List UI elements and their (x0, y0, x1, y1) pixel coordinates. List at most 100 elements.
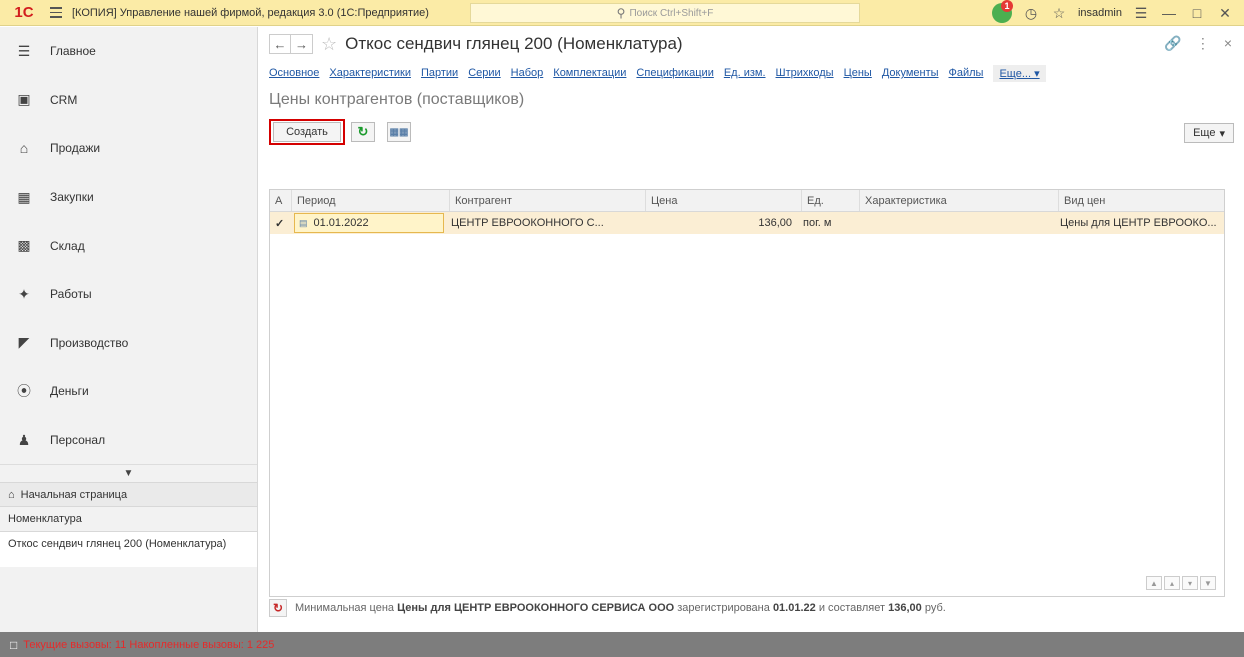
history-item-nomenclature[interactable]: Номенклатура (0, 506, 257, 532)
forward-arrow-icon[interactable]: → (291, 34, 313, 54)
column-header-counterparty[interactable]: Контрагент (450, 190, 646, 211)
history-item-current-form[interactable]: Откос сендвич глянец 200 (Номенклатура) (0, 531, 257, 568)
refresh-icon[interactable]: ↻ (351, 122, 375, 142)
title-bar: 1C [КОПИЯ] Управление нашей фирмой, реда… (0, 0, 1244, 26)
link-batches[interactable]: Партии (421, 67, 458, 79)
sidebar-item-works[interactable]: ✦ Работы (0, 270, 257, 319)
footer-amount: 136,00 (888, 602, 922, 614)
main-menu-icon[interactable] (44, 0, 68, 26)
link-series[interactable]: Серии (468, 67, 500, 79)
sidebar-item-label: Главное (50, 44, 96, 59)
close-form-icon[interactable]: × (1224, 35, 1232, 52)
sidebar-item-label: Склад (50, 238, 85, 253)
cell-unit[interactable]: пог. м (798, 212, 856, 234)
cell-characteristic[interactable] (856, 212, 1055, 234)
link-barcodes[interactable]: Штрихкоды (776, 67, 834, 79)
sidebar-scroll-down-icon[interactable]: ▼ (0, 464, 257, 482)
cell-price[interactable]: 136,00 (642, 212, 798, 234)
link-main[interactable]: Основное (269, 67, 319, 79)
search-placeholder: Поиск Ctrl+Shift+F (629, 7, 714, 19)
section-title: Цены контрагентов (поставщиков) (269, 91, 525, 108)
table-row[interactable]: ✓ ▤ 01.01.2022 ЦЕНТР ЕВРООКОННОГО С... 1… (270, 212, 1224, 234)
tools-icon: ✦ (18, 285, 30, 302)
shop-icon: ⌂ (19, 140, 29, 157)
scroll-top-icon[interactable]: ▲ (1146, 576, 1162, 590)
link-files[interactable]: Файлы (949, 67, 984, 79)
link-prices[interactable]: Цены (844, 67, 872, 79)
form-header: ← → ☆ Откос сендвич глянец 200 (Номенкла… (259, 27, 1244, 61)
prices-table: А Период Контрагент Цена Ед. Характерист… (269, 189, 1225, 597)
history-item-label: Номенклатура (8, 513, 82, 526)
refresh-info-icon[interactable]: ↻ (269, 599, 287, 617)
more-button-label: Еще (1193, 127, 1216, 139)
sidebar-item-purchases[interactable]: ▦ Закупки (0, 173, 257, 222)
history-icon[interactable]: ◷ (1022, 5, 1040, 22)
column-header-active[interactable]: А (270, 190, 292, 211)
status-bar: □ Текущие вызовы: 11 Накопленные вызовы:… (0, 632, 1244, 657)
history-item-label: Начальная страница (20, 488, 128, 501)
history-item-label: Откос сендвич глянец 200 (Номенклатура) (8, 538, 227, 551)
maximize-icon[interactable]: □ (1188, 5, 1206, 21)
document-icon: ▤ (299, 217, 308, 228)
link-bundles[interactable]: Комплектации (553, 67, 626, 79)
favorites-star-icon[interactable]: ☆ (1050, 5, 1068, 22)
create-button[interactable]: Создать (273, 122, 341, 142)
sidebar-item-label: Деньги (50, 384, 89, 399)
column-header-unit[interactable]: Ед. (802, 190, 860, 211)
more-actions-icon[interactable]: ⋮ (1196, 35, 1210, 52)
cell-price-kind[interactable]: Цены для ЦЕНТР ЕВРООКО... (1055, 212, 1224, 234)
sidebar-item-money[interactable]: ⦿ Деньги (0, 367, 257, 416)
sidebar-item-label: Работы (50, 287, 92, 302)
calendar-list-icon[interactable]: ▦▦ (387, 122, 411, 142)
main-form: ← → ☆ Откос сендвич глянец 200 (Номенкла… (259, 27, 1244, 632)
warehouse-icon: ▩ (17, 237, 31, 254)
link-icon[interactable]: 🔗 (1164, 35, 1181, 52)
link-documents[interactable]: Документы (882, 67, 939, 79)
sidebar-item-label: Продажи (50, 141, 101, 156)
links-more-button[interactable]: Еще... ▾ (993, 64, 1046, 82)
min-price-info: ↻ Минимальная цена Цены для ЦЕНТР ЕВРООК… (269, 597, 946, 619)
search-icon: ⚲ (616, 6, 626, 20)
money-icon: ⦿ (17, 383, 31, 400)
global-search-input[interactable]: ⚲ Поиск Ctrl+Shift+F (470, 3, 860, 23)
form-navigation-links: Основное Характеристики Партии Серии Наб… (259, 61, 1244, 85)
sidebar-item-label: Закупки (50, 190, 94, 205)
sidebar-item-warehouse[interactable]: ▩ Склад (0, 221, 257, 270)
scroll-up-icon[interactable]: ▴ (1164, 576, 1180, 590)
link-specifications[interactable]: Спецификации (636, 67, 713, 79)
favorite-star-icon[interactable]: ☆ (321, 34, 337, 55)
link-units[interactable]: Ед. изм. (724, 67, 766, 79)
footer-date: 01.01.22 (772, 602, 816, 614)
column-header-price-kind[interactable]: Вид цен (1059, 190, 1224, 211)
more-button[interactable]: Еще ▾ (1184, 123, 1234, 143)
close-icon[interactable]: ✕ (1216, 5, 1234, 22)
link-characteristics[interactable]: Характеристики (329, 67, 411, 79)
cell-counterparty[interactable]: ЦЕНТР ЕВРООКОННОГО С... (446, 212, 642, 234)
form-title: Откос сендвич глянец 200 (Номенклатура) (345, 34, 683, 53)
table-header: А Период Контрагент Цена Ед. Характерист… (270, 190, 1224, 212)
sidebar-item-crm[interactable]: ▣ CRM (0, 76, 257, 125)
notifications-badge: 1 (1000, 0, 1013, 12)
sidebar-item-production[interactable]: ◤ Производство (0, 319, 257, 368)
column-header-period[interactable]: Период (292, 190, 450, 211)
scroll-down-icon[interactable]: ▾ (1182, 576, 1198, 590)
minimize-icon[interactable]: — (1160, 5, 1178, 21)
column-header-characteristic[interactable]: Характеристика (860, 190, 1059, 211)
notifications-icon[interactable]: 1 (991, 0, 1013, 23)
back-arrow-icon[interactable]: ← (269, 34, 291, 54)
username[interactable]: insadmin (1078, 7, 1122, 19)
sidebar-item-sales[interactable]: ⌂ Продажи (0, 124, 257, 173)
cell-period[interactable]: ▤ 01.01.2022 (294, 213, 444, 233)
settings-menu-icon[interactable]: ☰ (1132, 5, 1150, 22)
sidebar-item-main[interactable]: ☰ Главное (0, 27, 257, 76)
column-header-price[interactable]: Цена (646, 190, 802, 211)
people-icon: ♟ (17, 431, 31, 448)
status-calls-text: Текущие вызовы: 11 Накопленные вызовы: 1… (23, 638, 275, 651)
sidebar-item-staff[interactable]: ♟ Персонал (0, 416, 257, 465)
link-set[interactable]: Набор (511, 67, 544, 79)
history-home-page[interactable]: ⌂ Начальная страница (0, 482, 257, 507)
create-button-highlight: Создать (269, 119, 345, 145)
purchase-icon: ▦ (17, 188, 31, 205)
scroll-bottom-icon[interactable]: ▼ (1200, 576, 1216, 590)
1c-logo[interactable]: 1C (4, 0, 44, 26)
